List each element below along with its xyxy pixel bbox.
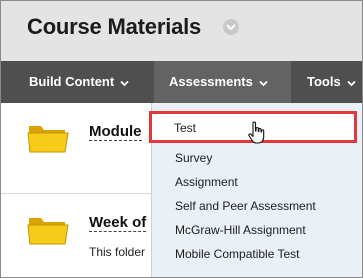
menu-item-assignment[interactable]: Assignment <box>175 175 238 189</box>
hand-pointer-icon <box>247 121 267 150</box>
nav-tools-label: Tools <box>307 74 341 89</box>
content-item-title[interactable]: Week of <box>89 214 147 232</box>
title-bar: Course Materials <box>1 1 362 61</box>
content-item-description: This folder <box>89 245 146 259</box>
nav-build-content[interactable]: Build Content <box>1 61 154 103</box>
page-options-chevron-icon[interactable] <box>223 19 239 35</box>
menu-item-mobile-compatible-test[interactable]: Mobile Compatible Test <box>175 247 300 261</box>
content-toolbar: Build Content Assessments Tools <box>1 61 362 103</box>
nav-assessments[interactable]: Assessments <box>154 61 291 103</box>
menu-item-survey[interactable]: Survey <box>175 151 212 165</box>
nav-assessments-label: Assessments <box>169 74 253 89</box>
nav-tools[interactable]: Tools <box>291 61 362 103</box>
menu-item-mcgraw-hill-assignment[interactable]: McGraw-Hill Assignment <box>175 223 306 237</box>
folder-icon <box>27 213 69 250</box>
nav-build-content-label: Build Content <box>29 74 115 89</box>
chevron-down-icon <box>259 62 268 104</box>
menu-item-self-and-peer-assessment[interactable]: Self and Peer Assessment <box>175 199 316 213</box>
chevron-down-icon <box>347 62 356 104</box>
chevron-down-icon <box>120 62 129 104</box>
course-materials-page: Course Materials Build Content Assessmen… <box>0 0 363 278</box>
folder-icon <box>27 121 69 158</box>
page-title: Course Materials <box>27 14 202 39</box>
content-item-title[interactable]: Module <box>89 123 142 141</box>
menu-item-test-label: Test <box>174 121 197 135</box>
